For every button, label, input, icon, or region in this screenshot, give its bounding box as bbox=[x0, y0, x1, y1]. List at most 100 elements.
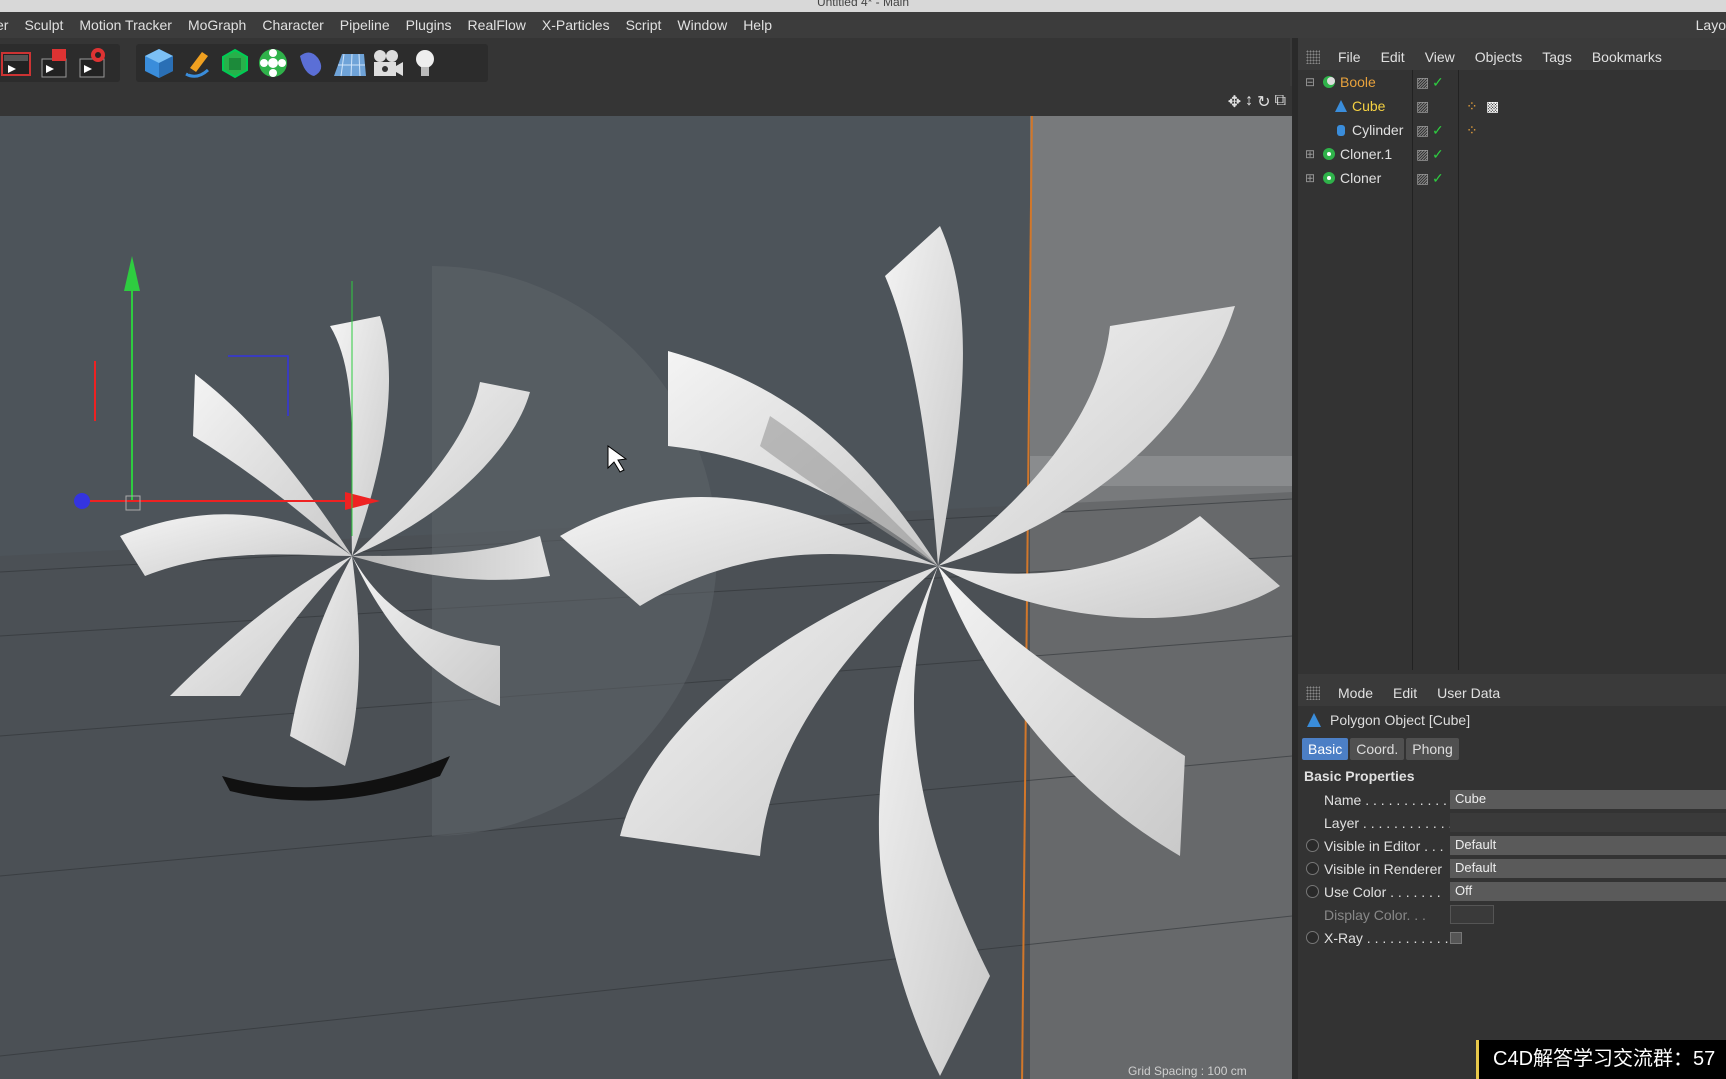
menu-item-help[interactable]: Help bbox=[735, 17, 780, 33]
menu-item-mograph[interactable]: MoGraph bbox=[180, 17, 254, 33]
render-view-icon[interactable] bbox=[0, 45, 36, 81]
viewport-scene bbox=[0, 116, 1292, 1079]
layer-icon[interactable]: ▨ bbox=[1416, 122, 1429, 139]
animation-radio[interactable] bbox=[1306, 862, 1319, 875]
layer-icon[interactable]: ▨ bbox=[1416, 146, 1429, 163]
tab-coord[interactable]: Coord. bbox=[1350, 738, 1405, 760]
object-title: Polygon Object [Cube] bbox=[1330, 712, 1471, 728]
object-row-cube[interactable]: Cube ▨ ⁘ ▩ bbox=[1298, 94, 1726, 118]
om-menu-tags[interactable]: Tags bbox=[1532, 49, 1582, 65]
tag-icon[interactable]: ⁘ bbox=[1466, 98, 1478, 115]
layer-icon[interactable]: ▨ bbox=[1416, 74, 1429, 91]
enabled-check-icon[interactable]: ✓ bbox=[1432, 74, 1444, 91]
polygon-icon bbox=[1335, 100, 1347, 112]
animation-radio[interactable] bbox=[1306, 839, 1319, 852]
move-view-icon[interactable]: ✥ bbox=[1228, 92, 1241, 112]
layout-selector[interactable]: Layo bbox=[1696, 12, 1726, 38]
cloner-icon[interactable] bbox=[254, 45, 292, 81]
render-picture-viewer-icon[interactable] bbox=[36, 45, 74, 81]
object-title-row: Polygon Object [Cube] bbox=[1298, 706, 1726, 734]
prop-display-color: Display Color. . . bbox=[1298, 903, 1726, 926]
menu-item-motion-tracker[interactable]: Motion Tracker bbox=[71, 17, 180, 33]
attribute-manager: Mode Edit User Data Polygon Object [Cube… bbox=[1298, 680, 1726, 1079]
x-ray-checkbox[interactable] bbox=[1450, 931, 1462, 944]
layer-field[interactable] bbox=[1450, 813, 1726, 832]
visible-in-renderer-select[interactable]: Default bbox=[1450, 859, 1726, 878]
object-row-boole[interactable]: ⊟ Boole ▨ ✓ bbox=[1298, 70, 1726, 94]
menu-item-script[interactable]: Script bbox=[618, 17, 670, 33]
attribute-tabs: Basic Coord. Phong bbox=[1302, 738, 1726, 760]
subdivision-icon[interactable] bbox=[216, 45, 254, 81]
floor-icon[interactable] bbox=[330, 45, 368, 81]
light-icon[interactable] bbox=[406, 45, 444, 81]
grip-icon[interactable] bbox=[1306, 686, 1320, 700]
menu-item-plugins[interactable]: Plugins bbox=[398, 17, 460, 33]
grip-icon[interactable] bbox=[1306, 50, 1320, 64]
cube-icon[interactable] bbox=[140, 45, 178, 81]
material-tag-icon[interactable]: ▩ bbox=[1486, 98, 1499, 115]
expand-icon[interactable]: ⊞ bbox=[1305, 171, 1315, 185]
om-menu-bookmarks[interactable]: Bookmarks bbox=[1582, 49, 1672, 65]
cylinder-icon bbox=[1337, 125, 1345, 136]
object-row-cylinder[interactable]: Cylinder ▨ ✓ ⁘ bbox=[1298, 118, 1726, 142]
rotate-view-icon[interactable]: ↻ bbox=[1257, 92, 1270, 112]
collapse-icon[interactable]: ⊟ bbox=[1305, 75, 1315, 89]
menu-item-sculpt[interactable]: Sculpt bbox=[16, 17, 71, 33]
tab-phong[interactable]: Phong bbox=[1406, 738, 1459, 760]
enabled-check-icon[interactable]: ✓ bbox=[1432, 170, 1444, 187]
om-menu-edit[interactable]: Edit bbox=[1371, 49, 1415, 65]
animation-radio[interactable] bbox=[1306, 931, 1319, 944]
main-toolbar bbox=[0, 38, 1290, 86]
am-menu-mode[interactable]: Mode bbox=[1328, 685, 1383, 701]
object-row-cloner[interactable]: ⊞ Cloner ▨ ✓ bbox=[1298, 166, 1726, 190]
am-menu-edit[interactable]: Edit bbox=[1383, 685, 1427, 701]
expand-icon[interactable]: ⊞ bbox=[1305, 147, 1315, 161]
viewport-nav-icons: ✥ ↕ ↻ ⧉ bbox=[1228, 92, 1286, 112]
layer-icon[interactable]: ▨ bbox=[1416, 170, 1429, 187]
menu-item-character[interactable]: Character bbox=[254, 17, 331, 33]
tag-icon[interactable]: ⁘ bbox=[1466, 122, 1478, 139]
section-title: Basic Properties bbox=[1304, 768, 1415, 784]
object-row-cloner-1[interactable]: ⊞ Cloner.1 ▨ ✓ bbox=[1298, 142, 1726, 166]
name-field[interactable]: Cube bbox=[1450, 790, 1726, 809]
display-color-swatch[interactable] bbox=[1450, 905, 1494, 924]
menu-item-render[interactable]: er bbox=[0, 17, 16, 33]
camera-icon[interactable] bbox=[368, 45, 406, 81]
prop-visible-in-renderer: Visible in Renderer Default bbox=[1298, 857, 1726, 880]
z-axis-handle[interactable] bbox=[74, 493, 90, 509]
render-settings-icon[interactable] bbox=[74, 45, 112, 81]
3d-viewport[interactable] bbox=[0, 116, 1292, 1079]
om-menu-file[interactable]: File bbox=[1328, 49, 1371, 65]
cloner-icon bbox=[1323, 172, 1335, 184]
prop-layer: Layer . . . . . . . . . . . . bbox=[1298, 811, 1726, 834]
enabled-check-icon[interactable]: ✓ bbox=[1432, 122, 1444, 139]
om-menu-view[interactable]: View bbox=[1415, 49, 1465, 65]
main-menubar: er Sculpt Motion Tracker MoGraph Charact… bbox=[0, 12, 1726, 38]
menu-item-realflow[interactable]: RealFlow bbox=[460, 17, 534, 33]
zoom-view-icon[interactable]: ↕ bbox=[1245, 92, 1253, 112]
object-tool-group bbox=[136, 44, 488, 82]
menu-item-pipeline[interactable]: Pipeline bbox=[332, 17, 398, 33]
object-name[interactable]: Cube bbox=[1352, 98, 1385, 114]
om-menu-objects[interactable]: Objects bbox=[1465, 49, 1532, 65]
enabled-check-icon[interactable]: ✓ bbox=[1432, 146, 1444, 163]
menu-item-x-particles[interactable]: X-Particles bbox=[534, 17, 618, 33]
object-name[interactable]: Cylinder bbox=[1352, 122, 1403, 138]
object-name[interactable]: Cloner.1 bbox=[1340, 146, 1392, 162]
prop-label: X-Ray . . . . . . . . . . . bbox=[1324, 929, 1449, 946]
use-color-select[interactable]: Off bbox=[1450, 882, 1726, 901]
maximize-view-icon[interactable]: ⧉ bbox=[1275, 92, 1286, 112]
animation-radio[interactable] bbox=[1306, 885, 1319, 898]
tab-basic[interactable]: Basic bbox=[1302, 738, 1349, 760]
am-menu-user-data[interactable]: User Data bbox=[1427, 685, 1510, 701]
pen-icon[interactable] bbox=[178, 45, 216, 81]
column-divider bbox=[1412, 70, 1413, 670]
prop-label: Layer . . . . . . . . . . . . bbox=[1324, 814, 1453, 831]
layer-icon[interactable]: ▨ bbox=[1416, 98, 1429, 115]
object-name[interactable]: Cloner bbox=[1340, 170, 1381, 186]
menu-item-window[interactable]: Window bbox=[669, 17, 735, 33]
deformer-icon[interactable] bbox=[292, 45, 330, 81]
attribute-manager-menu: Mode Edit User Data bbox=[1298, 680, 1726, 706]
object-name[interactable]: Boole bbox=[1340, 74, 1376, 90]
visible-in-editor-select[interactable]: Default bbox=[1450, 836, 1726, 855]
